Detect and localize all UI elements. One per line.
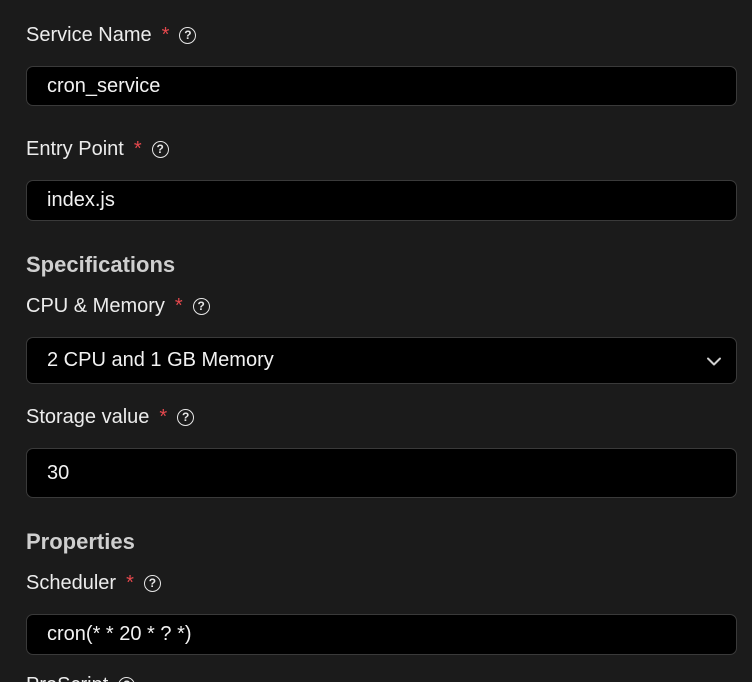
- required-indicator: *: [174, 294, 183, 317]
- scheduler-label-row: Scheduler * ?: [26, 570, 161, 596]
- cpu-memory-label: CPU & Memory: [26, 294, 165, 317]
- section-specifications: Specifications: [26, 252, 176, 277]
- storage-label-row: Storage value * ?: [26, 404, 195, 430]
- scheduler-label: Scheduler: [26, 571, 117, 594]
- cpu-memory-label-row: CPU & Memory * ?: [26, 293, 210, 319]
- prescript-label-row: PreScript ?: [26, 672, 136, 682]
- section-properties: Properties: [26, 529, 135, 554]
- prescript-label: PreScript: [26, 674, 108, 682]
- entry-point-field[interactable]: [26, 180, 737, 221]
- help-circle-icon[interactable]: ?: [118, 676, 136, 682]
- help-circle-icon[interactable]: ?: [151, 140, 169, 158]
- help-circle-icon[interactable]: ?: [177, 408, 195, 426]
- required-indicator: *: [159, 405, 168, 428]
- required-indicator: *: [126, 571, 134, 594]
- required-indicator: *: [133, 137, 142, 160]
- required-indicator: *: [161, 23, 170, 46]
- service-name-input[interactable]: [47, 74, 736, 98]
- help-circle-icon[interactable]: ?: [143, 574, 161, 592]
- scheduler-field[interactable]: [26, 614, 737, 655]
- storage-label: Storage value: [26, 405, 150, 428]
- service-config-form: Service Name * ? Entry Point * ? Specifi…: [0, 0, 752, 682]
- entry-point-label-row: Entry Point * ?: [26, 136, 169, 162]
- help-circle-icon[interactable]: ?: [192, 297, 210, 315]
- scheduler-input[interactable]: [47, 623, 736, 646]
- help-circle-icon[interactable]: ?: [179, 26, 197, 44]
- storage-field[interactable]: [26, 448, 737, 498]
- service-name-field[interactable]: [26, 66, 737, 106]
- storage-input[interactable]: [47, 461, 736, 485]
- cpu-memory-select[interactable]: 2 CPU and 1 GB Memory: [26, 337, 737, 384]
- cpu-memory-selected-value: 2 CPU and 1 GB Memory: [47, 349, 274, 371]
- chevron-down-icon[interactable]: [706, 349, 722, 372]
- entry-point-input[interactable]: [47, 189, 736, 212]
- service-name-label: Service Name: [26, 23, 152, 46]
- entry-point-label: Entry Point: [26, 137, 124, 160]
- service-name-label-row: Service Name * ?: [26, 22, 197, 48]
